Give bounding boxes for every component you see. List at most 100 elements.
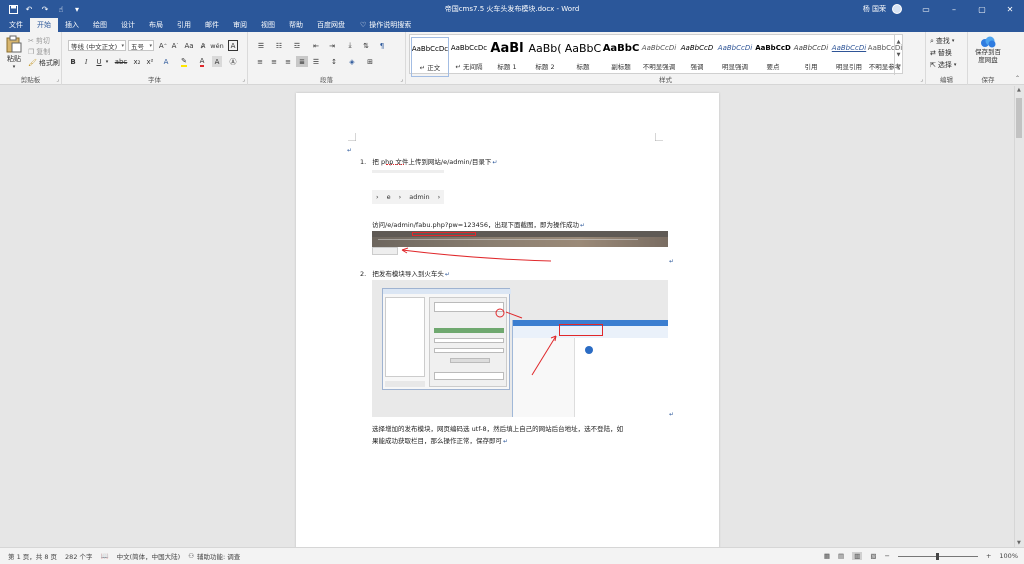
justify-icon[interactable]: ≣ <box>296 56 308 67</box>
user-name[interactable]: 杨 国荣 <box>863 4 886 14</box>
minimize-button[interactable]: – <box>940 0 968 18</box>
paragraph-launcher-icon[interactable]: ⌟ <box>400 76 403 83</box>
doc-paragraph: 访问/e/admin/fabu.php?pw=123456，出现下面截图，即为操… <box>372 219 585 229</box>
select-button[interactable]: ⇱ 选择 ▾ <box>930 60 956 70</box>
zoom-in-icon[interactable]: + <box>986 552 991 560</box>
show-marks-icon[interactable]: ¶ <box>376 40 388 51</box>
zoom-out-icon[interactable]: − <box>885 552 890 560</box>
cursor-icon: ⇱ <box>930 61 936 69</box>
borders-icon[interactable]: ⊞ <box>364 56 376 67</box>
maximize-button[interactable]: ▢ <box>968 0 996 18</box>
scrollbar-thumb[interactable] <box>1016 98 1022 138</box>
vertical-scrollbar[interactable]: ▲ ▼ <box>1014 86 1024 547</box>
align-right-icon[interactable]: ≡ <box>282 56 294 67</box>
zoom-slider[interactable] <box>897 552 978 560</box>
character-shading-icon[interactable]: A <box>212 56 222 67</box>
bold-icon[interactable]: B <box>68 56 78 67</box>
highlight-color-icon[interactable]: ✎ <box>178 56 190 67</box>
chevron-down-icon[interactable]: ▼ <box>1017 540 1021 546</box>
distributed-icon[interactable]: ☰ <box>310 56 322 67</box>
increase-indent-icon[interactable]: ⇥ <box>326 40 338 51</box>
zoom-level[interactable]: 100% <box>999 552 1018 560</box>
strikethrough-icon[interactable]: abc <box>114 56 128 67</box>
underline-dropdown-icon[interactable]: ▾ <box>104 56 110 67</box>
save-group-label: 保存 <box>981 76 995 84</box>
ribbon: 粘贴 ▾ ✂ 剪切 ❐ 复制 🖌 格式刷 剪贴板 ⌟ 等线 (中文正文) ▾ 五号 ▾ A… <box>0 32 1024 85</box>
character-border-icon[interactable]: Ⓐ <box>228 56 238 67</box>
bullets-icon[interactable]: ☰ <box>254 40 268 51</box>
tab-design[interactable]: 设计 <box>114 18 142 32</box>
document-page[interactable]: ↵ 1. 把 php 文件上传到网站/e/admin/目录下↵ › e › ad… <box>296 93 719 547</box>
page-count[interactable]: 第 1 页，共 8 页 <box>8 551 57 561</box>
chevron-up-icon[interactable]: ▲ <box>1017 87 1021 93</box>
font-family-select[interactable]: 等线 (中文正文) ▾ <box>68 40 126 51</box>
copy-button[interactable]: ❐ 复制 <box>28 47 50 57</box>
tab-layout[interactable]: 布局 <box>142 18 170 32</box>
cut-button[interactable]: ✂ 剪切 <box>28 36 50 46</box>
multilevel-list-icon[interactable]: ☲ <box>290 40 304 51</box>
clear-formatting-icon[interactable]: A̷ <box>198 40 208 51</box>
find-button[interactable]: ⌕ 查找 ▾ <box>930 36 954 46</box>
avatar[interactable] <box>892 4 902 14</box>
subscript-icon[interactable]: x₂ <box>132 56 142 67</box>
chinese-layout-icon[interactable]: ⤓ <box>344 40 356 51</box>
print-layout-icon[interactable]: ▥ <box>852 552 863 560</box>
italic-icon[interactable]: I <box>81 56 91 67</box>
align-left-icon[interactable]: ≡ <box>254 56 266 67</box>
text-effects-icon[interactable]: A <box>160 56 172 67</box>
zoom-slider-thumb[interactable] <box>935 552 939 560</box>
sort-icon[interactable]: ⇅ <box>360 40 372 51</box>
align-center-icon[interactable]: ≡ <box>268 56 280 67</box>
tab-insert[interactable]: 插入 <box>58 18 86 32</box>
save-to-netdisk-button[interactable]: 保存到百度网盘 <box>971 36 1005 64</box>
replace-button[interactable]: ⇄ 替换 <box>930 48 952 58</box>
redo-icon[interactable]: ↷ <box>40 4 50 14</box>
editing-group-label: 编辑 <box>940 76 953 84</box>
enclose-character-icon[interactable]: A <box>228 40 238 51</box>
save-icon[interactable] <box>8 4 18 14</box>
collapse-ribbon-icon[interactable]: ⌃ <box>1015 75 1020 82</box>
language-status[interactable]: 中文(简体，中国大陆) <box>117 551 181 561</box>
change-case-icon[interactable]: Aa <box>184 40 194 51</box>
tab-home[interactable]: 开始 <box>30 18 58 32</box>
tab-view[interactable]: 视图 <box>254 18 282 32</box>
font-size-select[interactable]: 五号 ▾ <box>128 40 154 51</box>
web-layout-icon[interactable]: ▧ <box>870 552 876 560</box>
paste-dropdown-icon[interactable]: ▾ <box>13 64 16 70</box>
ribbon-display-options-icon[interactable]: ▭ <box>912 0 940 18</box>
tell-me-search[interactable]: ♡ 操作说明搜索 <box>352 18 411 32</box>
tab-review[interactable]: 审阅 <box>226 18 254 32</box>
tab-baidu-netdisk[interactable]: 百度网盘 <box>310 18 352 32</box>
font-color-icon[interactable]: A <box>196 56 208 67</box>
tab-file[interactable]: 文件 <box>2 18 30 32</box>
decrease-indent-icon[interactable]: ⇤ <box>310 40 322 51</box>
shading-icon[interactable]: ◈ <box>346 56 358 67</box>
paste-button[interactable]: 粘贴 ▾ <box>4 35 24 70</box>
tab-draw[interactable]: 绘图 <box>86 18 114 32</box>
tab-mailings[interactable]: 邮件 <box>198 18 226 32</box>
focus-mode-icon[interactable]: ▦ <box>824 552 830 560</box>
tab-help[interactable]: 帮助 <box>282 18 310 32</box>
lightbulb-icon: ♡ <box>360 21 367 29</box>
customize-qat-icon[interactable]: ▾ <box>72 4 82 14</box>
read-mode-icon[interactable]: ▤ <box>838 552 844 560</box>
accessibility-status[interactable]: ⚇ 辅助功能: 调查 <box>188 551 240 561</box>
underline-icon[interactable]: U <box>94 56 104 67</box>
styles-launcher-icon[interactable]: ⌟ <box>920 76 923 83</box>
clipboard-launcher-icon[interactable]: ⌟ <box>56 76 59 83</box>
shrink-font-icon[interactable]: Aˇ <box>170 40 180 51</box>
numbering-icon[interactable]: ☷ <box>272 40 286 51</box>
superscript-icon[interactable]: x² <box>145 56 155 67</box>
locomotive-screenshot-image <box>372 280 668 417</box>
grow-font-icon[interactable]: A ^ <box>158 40 168 51</box>
close-button[interactable]: ✕ <box>996 0 1024 18</box>
undo-icon[interactable]: ↶ <box>24 4 34 14</box>
font-launcher-icon[interactable]: ⌟ <box>242 76 245 83</box>
phonetic-guide-icon[interactable]: wén <box>210 40 223 51</box>
word-count[interactable]: 282 个字 <box>65 551 92 561</box>
line-spacing-icon[interactable]: ↕ <box>328 56 340 67</box>
format-painter-button[interactable]: 🖌 格式刷 <box>28 58 60 68</box>
tab-references[interactable]: 引用 <box>170 18 198 32</box>
touch-mode-icon[interactable]: ☝ <box>56 4 66 14</box>
proofing-icon[interactable]: 📖 <box>101 552 109 560</box>
